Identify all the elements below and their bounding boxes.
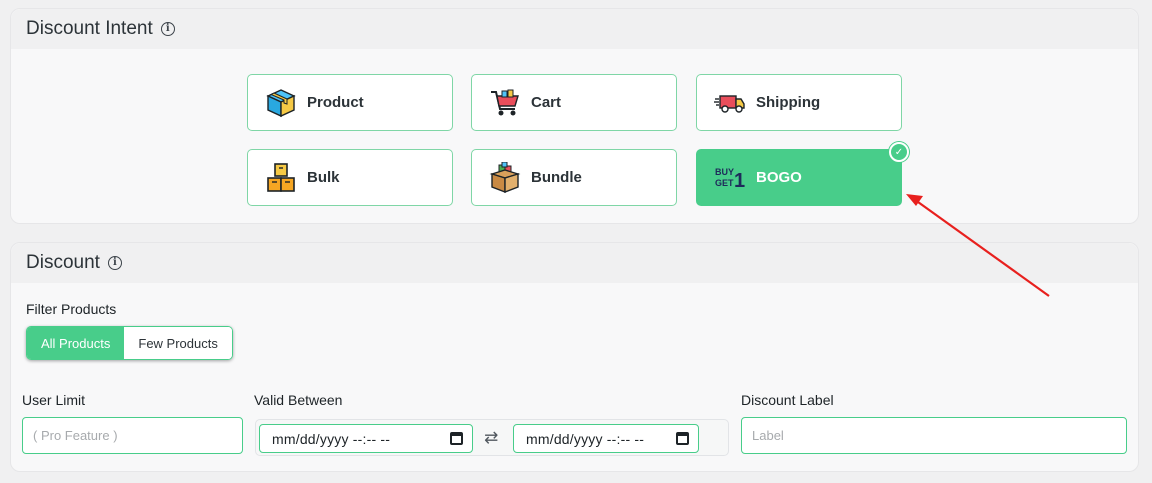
annotation-arrow [906, 194, 1050, 297]
